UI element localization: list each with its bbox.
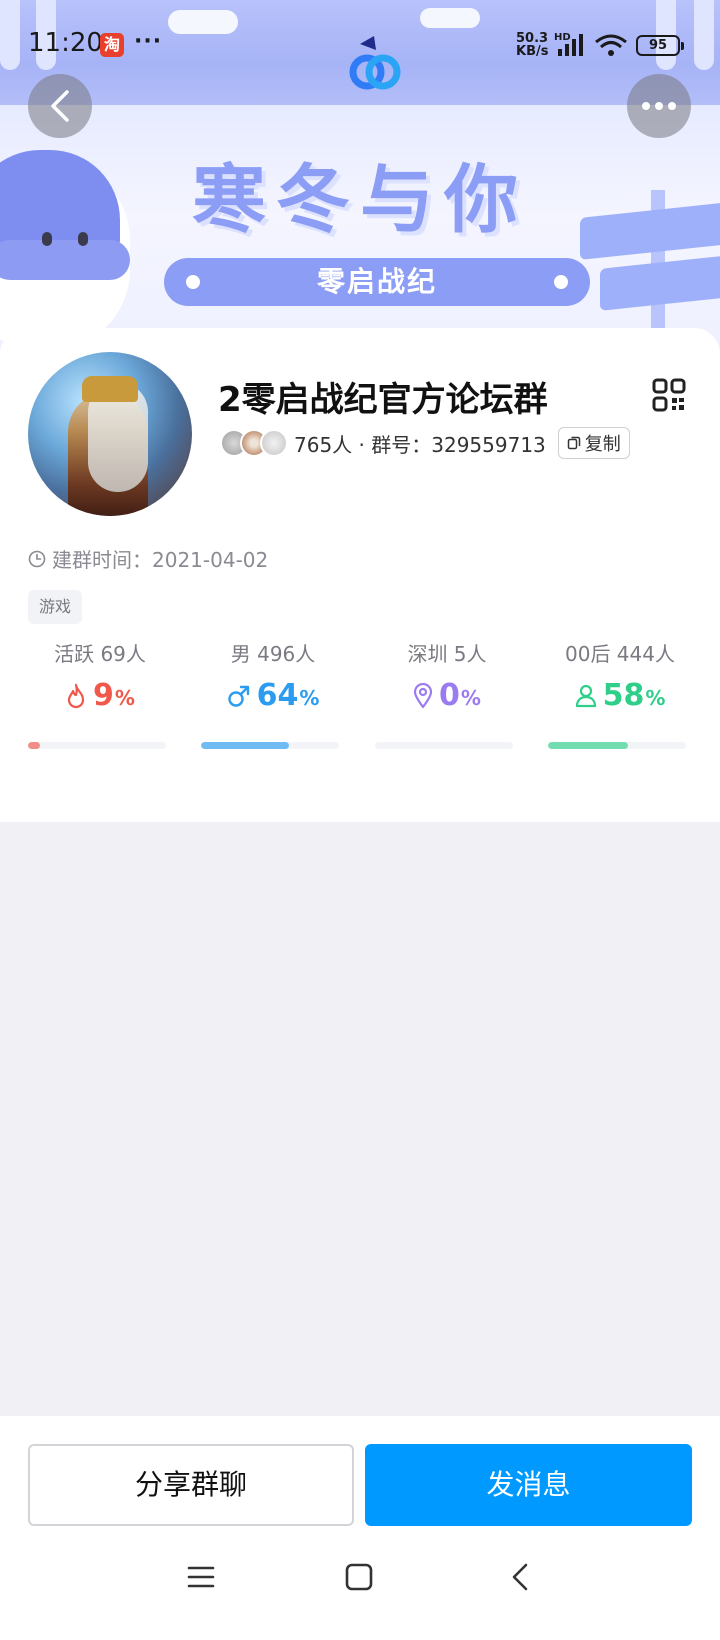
wifi-icon (595, 34, 627, 56)
menu-icon[interactable] (186, 1562, 216, 1592)
status-more-notifications: ··· (134, 29, 163, 54)
stat-progress-fill (548, 742, 629, 749)
app-logo-icon (349, 36, 401, 90)
created-date: 建群时间：2021-04-02 (52, 548, 269, 572)
system-nav-bar (0, 1562, 720, 1618)
stat-location[interactable]: 深圳 5人 0 % (375, 638, 519, 778)
banner-sign (600, 255, 720, 311)
bottom-action-bar: 分享群聊 发消息 (0, 1416, 720, 1640)
send-message-button[interactable]: 发消息 (365, 1444, 692, 1526)
stat-value-row: 0 % (375, 678, 519, 713)
stat-unit: % (645, 686, 666, 710)
stat-value-row: 64 % (201, 678, 345, 713)
stat-age[interactable]: 00后 444人 58 % (548, 638, 692, 778)
group-meta-row: 765人 · 群号：329559713 复制 (220, 426, 630, 460)
stat-value: 64 (256, 678, 299, 713)
banner-subtitle: 零启战纪 (316, 265, 437, 298)
group-avatar[interactable] (28, 352, 192, 516)
member-avatars[interactable] (220, 429, 288, 457)
more-dots-icon (642, 102, 676, 110)
male-icon (227, 685, 249, 707)
member-avatar (260, 429, 288, 457)
stat-progress-fill (28, 742, 41, 749)
clock-icon (28, 550, 46, 567)
qr-code-icon[interactable] (652, 378, 686, 412)
taobao-app-icon: 淘 (100, 33, 124, 57)
stat-value-row: 9 % (28, 678, 172, 713)
stat-value: 0 (439, 678, 460, 713)
location-pin-icon (413, 682, 433, 708)
stat-unit: % (299, 686, 320, 710)
banner-subtitle-pill: 零启战纪 (164, 258, 590, 306)
status-time: 11:20 (28, 28, 103, 58)
stat-label: 活跃 69人 (54, 642, 146, 666)
group-profile-page: 寒冬与你 零启战纪 11:20 淘 ··· 50.3 KB/s HD 95 2零… (0, 0, 720, 1640)
back-button[interactable] (28, 74, 92, 138)
stat-unit: % (114, 686, 135, 710)
more-options-button[interactable] (627, 74, 691, 138)
person-icon (575, 684, 596, 707)
fire-icon (67, 683, 85, 708)
avatar-figure-crown (82, 376, 138, 402)
stat-label: 深圳 5人 (407, 642, 487, 666)
stat-progress-track (28, 742, 166, 749)
stat-progress-track (548, 742, 686, 749)
copy-icon (567, 436, 581, 450)
copy-label: 复制 (584, 434, 621, 455)
stat-label: 男 496人 (230, 642, 316, 666)
member-count-and-group-id: 765人 · 群号：329559713 (294, 432, 546, 457)
group-name: 2零启战纪官方论坛群 (218, 380, 548, 420)
stat-progress-fill (201, 742, 290, 749)
stat-value: 9 (93, 678, 114, 713)
share-group-button[interactable]: 分享群聊 (28, 1444, 354, 1526)
stat-label: 00后 444人 (565, 642, 675, 666)
stat-gender[interactable]: 男 496人 64 % (201, 638, 345, 778)
copy-group-id-button[interactable]: 复制 (557, 427, 630, 459)
network-speed-unit: KB/s (516, 44, 549, 59)
battery-icon: 95 (636, 35, 684, 56)
created-date-row: 建群时间：2021-04-02 (28, 544, 268, 573)
category-tag[interactable]: 游戏 (28, 590, 83, 624)
stat-value-row: 58 % (548, 678, 692, 713)
stat-progress-track (375, 742, 513, 749)
group-info-card: 2零启战纪官方论坛群 765人 · 群号：329559713 复制 建群时间：2… (0, 328, 720, 822)
stat-unit: % (460, 686, 481, 710)
stat-active[interactable]: 活跃 69人 9 % (28, 638, 172, 778)
chevron-left-icon (51, 90, 69, 122)
signal-icon (558, 34, 583, 56)
home-square-icon[interactable] (344, 1562, 374, 1592)
pill-dot (554, 275, 568, 289)
stat-progress-track (201, 742, 339, 749)
back-arrow-icon[interactable] (506, 1562, 536, 1592)
pill-dot (186, 275, 200, 289)
member-stats: 活跃 69人 9 % 男 496人 64 % 深圳 5人 0 % 00后 444… (28, 638, 692, 778)
battery-level: 95 (648, 38, 668, 53)
network-speed: 50.3 KB/s (516, 32, 548, 58)
banner-title: 寒冬与你 (192, 157, 528, 243)
stat-value: 58 (602, 678, 645, 713)
